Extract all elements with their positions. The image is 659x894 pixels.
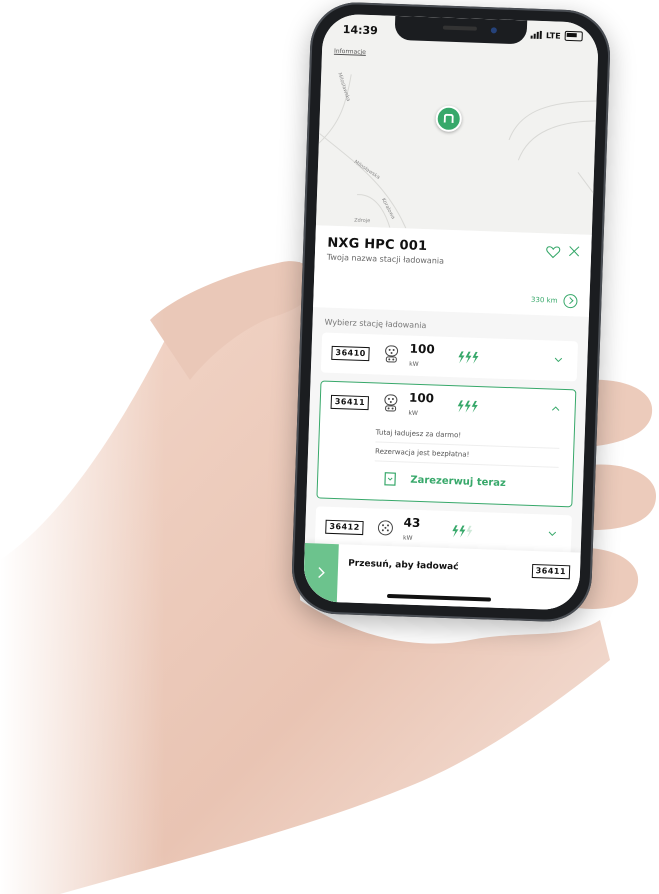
connector-id: 36411 (330, 394, 370, 411)
swipe-label: Przesuń, aby ładować (347, 558, 459, 573)
connector-unit: kW (402, 534, 413, 542)
connector-power: 43 (403, 515, 421, 531)
station-header: NXG HPC 001 Twoja nazwa stacji ładowania… (313, 225, 592, 317)
chevron-down-icon[interactable] (553, 355, 563, 365)
fast-charge-icon (458, 351, 479, 364)
signal-icon (530, 30, 543, 40)
close-icon[interactable] (567, 244, 581, 258)
type2-plug-icon (377, 520, 393, 536)
phone-device: 14:39 LTE Informacje Milosławska Milosła… (290, 0, 612, 624)
swipe-handle[interactable] (302, 543, 339, 603)
chevron-up-icon[interactable] (551, 404, 561, 414)
distance-label: 330 km (530, 295, 558, 305)
chevron-right-icon (318, 567, 325, 579)
ccs-plug-icon (384, 394, 398, 412)
connector-item-selected[interactable]: 36411 100 kW Tutaj ładujesz za darmo! Re… (316, 380, 577, 508)
phone-notch (394, 15, 528, 45)
station-distance[interactable]: 330 km (531, 293, 578, 309)
map-street-label: Zdroje (354, 217, 371, 225)
connector-item[interactable]: 36410 100 kW (320, 332, 579, 382)
map-info-link[interactable]: Informacje (334, 48, 366, 56)
ccs-plug-icon (385, 345, 399, 363)
medium-charge-icon (452, 525, 473, 538)
reserve-button-label: Zarezerwuj teraz (410, 474, 507, 489)
connector-unit: kW (409, 360, 419, 368)
heart-icon[interactable] (545, 243, 562, 260)
route-icon[interactable] (563, 293, 578, 309)
status-time: 14:39 (342, 23, 379, 38)
connector-id: 36412 (325, 519, 364, 536)
station-panel: NXG HPC 001 Twoja nazwa stacji ładowania… (302, 225, 592, 611)
connector-row[interactable]: 36410 100 kW (321, 333, 578, 382)
network-label: LTE (545, 30, 561, 41)
connector-power: 100 (408, 390, 435, 406)
home-indicator[interactable] (386, 593, 492, 602)
connector-unit: kW (408, 409, 418, 417)
connector-details: Tutaj ładujesz za darmo! Rezerwacja jest… (317, 421, 573, 506)
reserve-icon (384, 472, 397, 486)
battery-icon (564, 30, 583, 42)
connector-power: 100 (409, 341, 435, 357)
phone-screen: 14:39 LTE Informacje Milosławska Milosła… (302, 13, 600, 611)
swipe-connector-id: 36411 (531, 563, 571, 580)
swipe-to-charge[interactable]: Przesuń, aby ładować 36411 (302, 543, 581, 611)
chevron-down-icon[interactable] (547, 528, 557, 538)
fast-charge-icon (457, 400, 478, 413)
connector-id: 36410 (331, 345, 371, 362)
